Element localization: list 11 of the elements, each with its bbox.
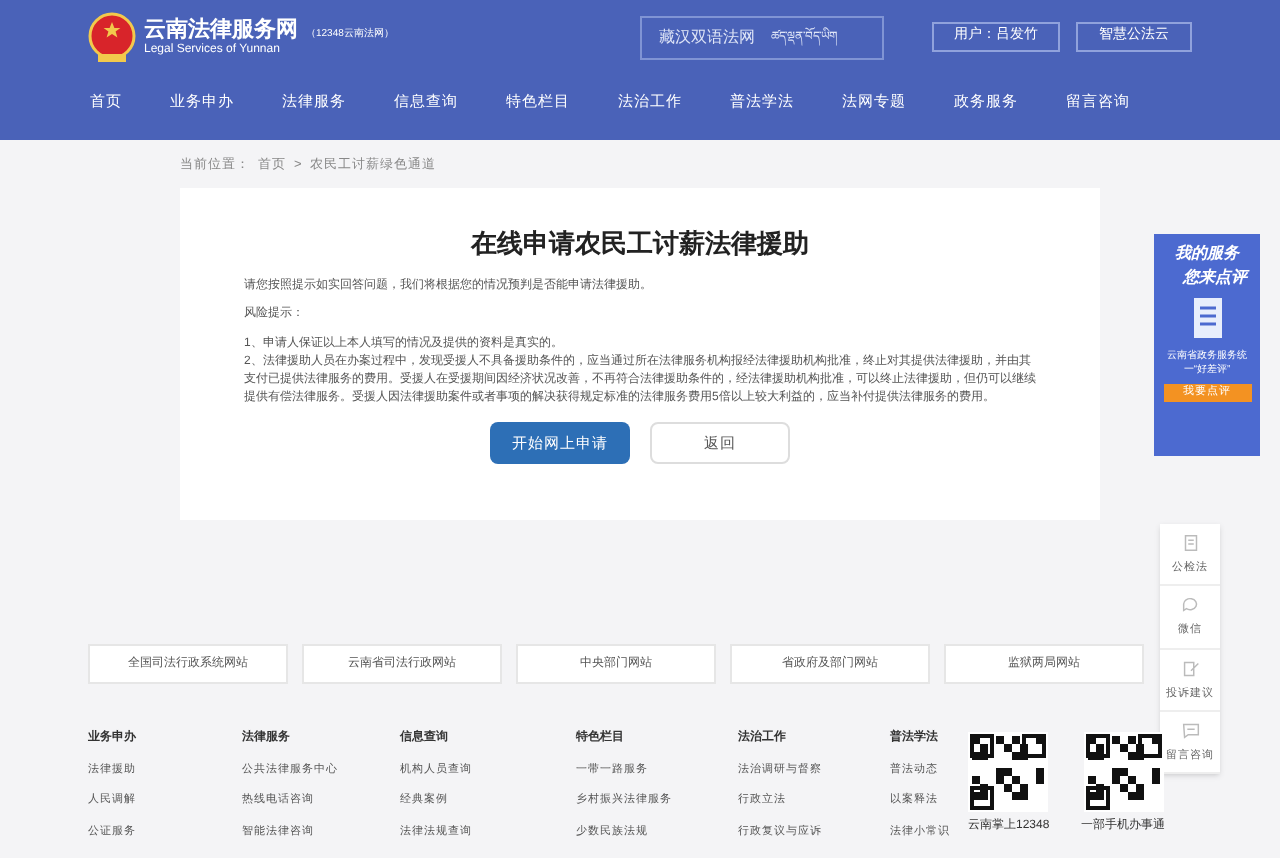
panel-icon	[1179, 657, 1201, 679]
banner-headline: 我的服务	[1175, 242, 1239, 266]
panel-icon	[1179, 532, 1201, 554]
chinese-label: 藏汉双语法网	[658, 25, 755, 49]
banner-headline: 您来点评	[1183, 266, 1247, 290]
emblem-icon	[88, 11, 136, 63]
qr-code-icon	[968, 732, 1049, 812]
panel-icon	[1179, 719, 1201, 742]
page-title: 在线申请农民工讨薪法律援助	[471, 225, 809, 262]
panel-icon	[1179, 594, 1201, 617]
site-title: 云南法律服务网	[144, 18, 298, 40]
